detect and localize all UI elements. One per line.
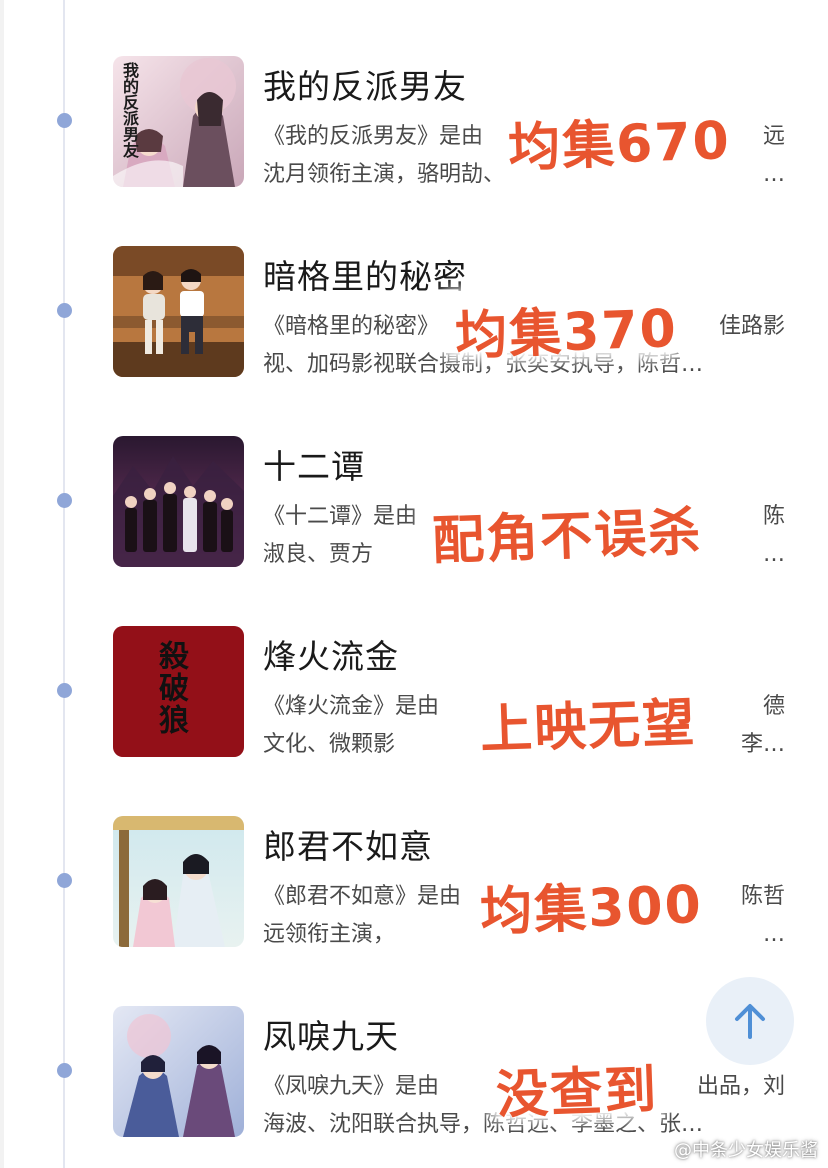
desc-line-1-tail: 德 — [762, 694, 785, 719]
desc-line-1-tail: 陈 — [762, 504, 785, 529]
timeline-dot — [57, 873, 72, 888]
desc-line-1-head: 《郎君不如意》是由 — [263, 884, 462, 909]
desc-line-2-tail: … — [763, 542, 785, 567]
list-item[interactable]: 十二谭 《十二谭》是由 陈 淑良、贾方 … 配角不误杀 — [0, 380, 828, 572]
list-item[interactable]: 暗格里的秘密 《暗格里的秘密》 佳路影 视、加码影视联合摄制，张奕安执导，陈哲… … — [0, 190, 828, 380]
poster-caption: 殺破狼 — [153, 640, 188, 736]
drama-poster[interactable]: 殺破狼 — [113, 626, 244, 757]
desc-line-2-head: 淑良、贾方 — [263, 542, 374, 567]
timeline-dot — [57, 303, 72, 318]
desc-line-1-head: 《我的反派男友》是由 — [263, 124, 484, 149]
drama-title[interactable]: 郎君不如意 — [263, 820, 433, 868]
timeline-dot — [57, 683, 72, 698]
poster-fantasy-image — [113, 1006, 244, 1137]
overlay-annotation: 均集370 — [454, 299, 679, 367]
desc-line-2-tail: 李… — [740, 732, 785, 757]
desc-line-1-head: 《凤唳九天》是由 — [263, 1074, 440, 1099]
list-item[interactable]: 我的反派男友 我的反派男友 《我的反派男友》是由 远 沈月领衔主演，骆明劼、 … 均… — [0, 0, 828, 190]
desc-line-2-head: 文化、微颗影 — [263, 732, 396, 757]
timeline-dot — [57, 113, 72, 128]
desc-line-2-tail: … — [763, 922, 785, 947]
desc-line-1-tail: 出品，刘 — [696, 1074, 785, 1099]
desc-line-1-tail: 远 — [762, 124, 785, 149]
desc-line-1-head: 《暗格里的秘密》 — [263, 314, 440, 339]
drama-poster[interactable] — [113, 246, 244, 377]
watermark: @中条少女娱乐酱 — [674, 1140, 818, 1161]
timeline-dot — [57, 1063, 72, 1078]
desc-line-2-tail: … — [763, 162, 785, 187]
overlay-annotation: 上映无望 — [479, 693, 698, 761]
drama-poster[interactable] — [113, 1006, 244, 1137]
list-item[interactable]: 凤唳九天 《凤唳九天》是由 出品，刘 海波、沈阳联合执导，陈哲远、李墨之、张… 没… — [0, 950, 828, 1140]
poster-ensemble-image — [113, 436, 244, 567]
arrow-up-icon — [735, 1004, 765, 1039]
desc-line-2-head: 远领衔主演， — [263, 922, 396, 947]
drama-poster[interactable] — [113, 436, 244, 567]
list-item[interactable]: 殺破狼 烽火流金 《烽火流金》是由 德 文化、微颗影 李… 上映无望 — [0, 570, 828, 761]
drama-title[interactable]: 十二谭 — [263, 440, 365, 488]
scroll-to-top-button[interactable] — [706, 977, 794, 1065]
desc-line-2-head: 沈月领衔主演，骆明劼、 — [263, 162, 506, 187]
list-item[interactable]: 郎君不如意 《郎君不如意》是由 陈哲 远领衔主演， … 均集300 — [0, 760, 828, 950]
poster-caption: 我的反派男友 — [120, 62, 139, 158]
desc-line-1-tail: 陈哲 — [740, 884, 785, 909]
poster-campus-image — [113, 246, 244, 377]
desc-line-1-tail: 佳路影 — [718, 314, 785, 339]
drama-title[interactable]: 我的反派男友 — [263, 60, 467, 108]
drama-title[interactable]: 凤唳九天 — [263, 1010, 399, 1058]
desc-line-1-head: 《烽火流金》是由 — [263, 694, 440, 719]
overlay-annotation: 配角不误杀 — [431, 502, 704, 572]
poster-costume-image — [113, 816, 244, 947]
drama-title[interactable]: 烽火流金 — [263, 630, 399, 678]
overlay-annotation: 没查到 — [495, 1060, 660, 1126]
overlay-annotation: 均集670 — [507, 111, 732, 179]
drama-poster[interactable] — [113, 816, 244, 947]
timeline-dot — [57, 493, 72, 508]
overlay-annotation: 均集300 — [479, 875, 704, 943]
drama-title[interactable]: 暗格里的秘密 — [263, 250, 467, 298]
drama-poster[interactable]: 我的反派男友 — [113, 56, 244, 187]
desc-line-1-head: 《十二谭》是由 — [263, 504, 418, 529]
